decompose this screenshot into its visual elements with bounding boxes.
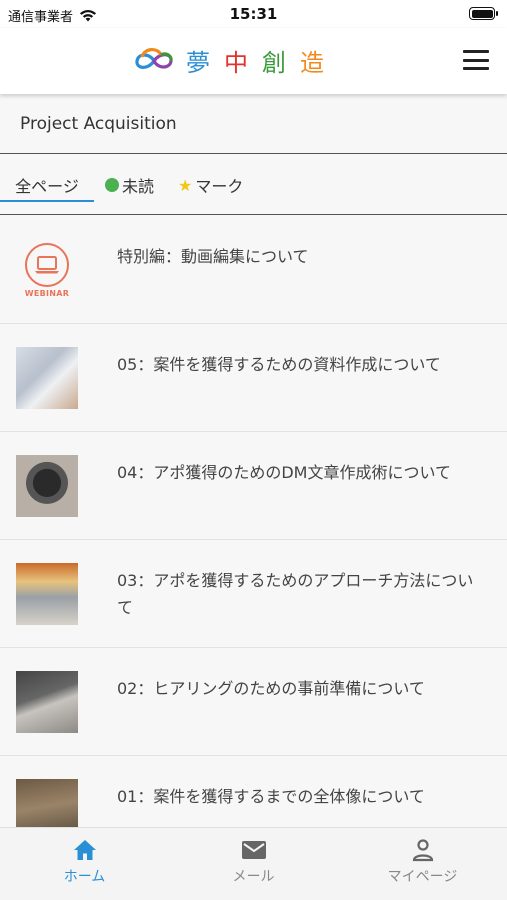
nav-mypage[interactable]: マイページ xyxy=(338,838,507,886)
tab-all-label: 全ページ xyxy=(15,177,79,196)
status-bar: 通信事業者 15:31 xyxy=(0,0,507,28)
list-item-title: 05：案件を獲得するための資料作成について xyxy=(117,355,441,374)
app-header: 夢中創造 xyxy=(0,28,507,94)
bottom-nav: ホーム メール マイページ xyxy=(0,827,507,900)
section-title: Project Acquisition xyxy=(20,114,177,134)
logo-char-2: 中 xyxy=(224,48,262,77)
list-item-title: 04：アポ獲得のためのDM文章作成術について xyxy=(117,463,452,482)
thumbnail-image xyxy=(16,779,78,827)
list-item[interactable]: 01：案件を獲得するまでの全体像について xyxy=(0,756,507,827)
section-title-bar: Project Acquisition xyxy=(0,94,507,154)
list-item[interactable]: 05：案件を獲得するための資料作成について xyxy=(0,324,507,432)
mail-icon xyxy=(241,841,266,859)
nav-mail-label: メール xyxy=(232,869,275,885)
logo-char-4: 造 xyxy=(300,48,338,77)
tab-mark-label: マーク xyxy=(195,177,244,196)
app-logo[interactable]: 夢中創造 xyxy=(132,42,338,78)
list-item-title: 02：ヒアリングのための事前準備について xyxy=(117,679,425,698)
tab-marked[interactable]: ★ マーク xyxy=(178,173,243,197)
webinar-label: WEBINAR xyxy=(24,288,70,298)
laptop-icon xyxy=(35,255,59,273)
tab-unread[interactable]: 未読 xyxy=(105,173,154,197)
list-item-title: 03：アポを獲得するためのアプローチ方法について xyxy=(117,571,474,617)
webinar-thumbnail: WEBINAR xyxy=(16,239,78,301)
nav-mail[interactable]: メール xyxy=(169,838,338,886)
home-icon xyxy=(73,840,96,860)
list-item-title: 特別編：動画編集について xyxy=(117,247,309,266)
battery-icon xyxy=(469,7,498,20)
unread-dot-icon xyxy=(105,178,119,192)
lesson-list: WEBINAR 特別編：動画編集について 05：案件を獲得するための資料作成につ… xyxy=(0,216,507,827)
logo-char-1: 夢 xyxy=(186,48,224,77)
thumbnail-image xyxy=(16,455,78,517)
list-item[interactable]: 04：アポ獲得のためのDM文章作成術について xyxy=(0,432,507,540)
status-time: 15:31 xyxy=(229,5,278,23)
tab-all-pages[interactable]: 全ページ xyxy=(0,173,94,202)
infinity-cloud-logo-icon xyxy=(135,48,173,69)
filter-tabs: 全ページ 未読 ★ マーク xyxy=(0,155,507,215)
thumbnail-image xyxy=(16,347,78,409)
person-icon xyxy=(412,839,433,862)
list-item[interactable]: 03：アポを獲得するためのアプローチ方法について xyxy=(0,540,507,648)
star-icon: ★ xyxy=(178,175,193,195)
list-item[interactable]: WEBINAR 特別編：動画編集について xyxy=(0,216,507,324)
list-item[interactable]: 02：ヒアリングのための事前準備について xyxy=(0,648,507,756)
hamburger-menu-icon[interactable] xyxy=(463,50,489,70)
logo-text: 夢中創造 xyxy=(186,43,338,78)
nav-mypage-label: マイページ xyxy=(387,869,458,885)
logo-char-3: 創 xyxy=(262,48,300,77)
thumbnail-image xyxy=(16,671,78,733)
tab-unread-label: 未読 xyxy=(122,177,155,196)
nav-home-label: ホーム xyxy=(63,869,106,885)
list-item-title: 01：案件を獲得するまでの全体像について xyxy=(117,787,425,806)
nav-home[interactable]: ホーム xyxy=(0,838,169,886)
thumbnail-image xyxy=(16,563,78,625)
